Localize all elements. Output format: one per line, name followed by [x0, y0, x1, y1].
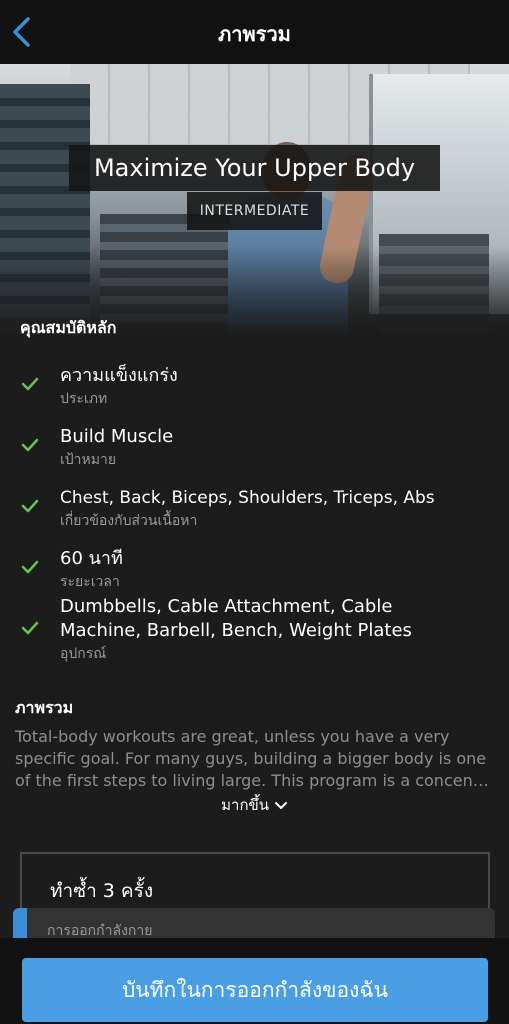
- level-badge: INTERMEDIATE: [187, 192, 322, 230]
- overview-heading: ภาพรวม: [15, 698, 74, 717]
- feature-label: เป้าหมาย: [60, 452, 117, 468]
- footer-bar: บันทึกในการออกกำลังของฉัน: [0, 938, 509, 1024]
- page-title: ภาพรวม: [218, 22, 291, 46]
- feature-label: เกี่ยวข้องกับส่วนเนื้อหา: [60, 513, 198, 529]
- feature-label: ประเภท: [60, 391, 108, 407]
- save-workout-button[interactable]: บันทึกในการออกกำลังของฉัน: [22, 958, 488, 1022]
- features-heading: คุณสมบัติหลัก: [20, 318, 117, 337]
- show-more-link[interactable]: มากขึ้น: [0, 793, 509, 817]
- nav-bar: ภาพรวม: [0, 0, 509, 64]
- feature-label: ระยะเวลา: [60, 574, 120, 590]
- feature-value-line1: Dumbbells, Cable Attachment, Cable: [60, 596, 393, 617]
- reps-title: ทำซ้ำ 3 ครั้ง: [50, 880, 154, 902]
- check-icon: [21, 499, 39, 513]
- check-icon: [21, 621, 39, 635]
- show-more-label: มากขึ้น: [221, 796, 270, 814]
- feature-value-line2: Machine, Barbell, Bench, Weight Plates: [60, 620, 412, 641]
- workout-title: Maximize Your Upper Body: [69, 145, 440, 191]
- feature-value: Chest, Back, Biceps, Shoulders, Triceps,…: [60, 488, 435, 508]
- check-icon: [21, 438, 39, 452]
- feature-value: ความแข็งแกร่ง: [60, 365, 178, 386]
- feature-label: อุปกรณ์: [60, 646, 107, 662]
- overview-description: Total-body workouts are great, unless yo…: [15, 727, 489, 790]
- chevron-down-icon: [274, 801, 287, 809]
- feature-value: Build Muscle: [60, 426, 174, 447]
- check-icon: [21, 560, 39, 574]
- check-icon: [21, 377, 39, 391]
- feature-value: 60 นาที: [60, 548, 123, 569]
